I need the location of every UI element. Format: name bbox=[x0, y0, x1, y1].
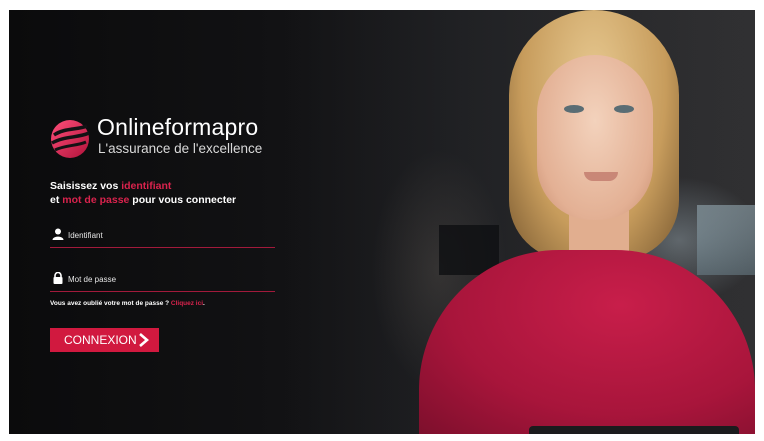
hero-eye-right bbox=[614, 105, 634, 113]
forgot-password-link[interactable]: Cliquez ici bbox=[171, 300, 203, 307]
forgot-end: . bbox=[203, 300, 205, 307]
heading-line2-prefix: et bbox=[50, 194, 63, 206]
connexion-button[interactable]: CONNEXION bbox=[50, 328, 159, 352]
password-input[interactable] bbox=[68, 271, 268, 287]
heading-highlight-identifiant: identifiant bbox=[121, 180, 172, 192]
brand-tagline: L'assurance de l'excellence bbox=[98, 141, 263, 156]
connexion-label: CONNEXION bbox=[64, 333, 137, 347]
hero-shirt bbox=[419, 250, 755, 434]
heading-highlight-password: mot de passe bbox=[62, 194, 130, 206]
hero-eye-left bbox=[564, 105, 584, 113]
hero-tablet bbox=[529, 426, 739, 434]
login-heading: Saisissez vos identifiant et mot de pass… bbox=[50, 179, 236, 207]
hero-mouth bbox=[584, 172, 618, 181]
chevron-right-icon bbox=[139, 333, 149, 347]
heading-suffix: pour vous connecter bbox=[129, 194, 237, 206]
username-field bbox=[50, 225, 275, 248]
heading-prefix: Saisissez vos bbox=[50, 180, 122, 192]
hero-photo bbox=[9, 10, 755, 434]
brand-name: Onlineformapro bbox=[97, 114, 259, 140]
login-screen: Onlineformapro L'assurance de l'excellen… bbox=[9, 10, 755, 434]
lock-icon bbox=[53, 272, 63, 284]
hero-face bbox=[537, 55, 653, 220]
forgot-password: Vous avez oublié votre mot de passe ? Cl… bbox=[50, 300, 205, 307]
swirl-logo-icon bbox=[51, 120, 90, 158]
user-icon bbox=[52, 228, 64, 240]
password-field bbox=[50, 269, 275, 292]
forgot-text: Vous avez oublié votre mot de passe ? bbox=[50, 300, 171, 307]
username-input[interactable] bbox=[68, 227, 268, 243]
